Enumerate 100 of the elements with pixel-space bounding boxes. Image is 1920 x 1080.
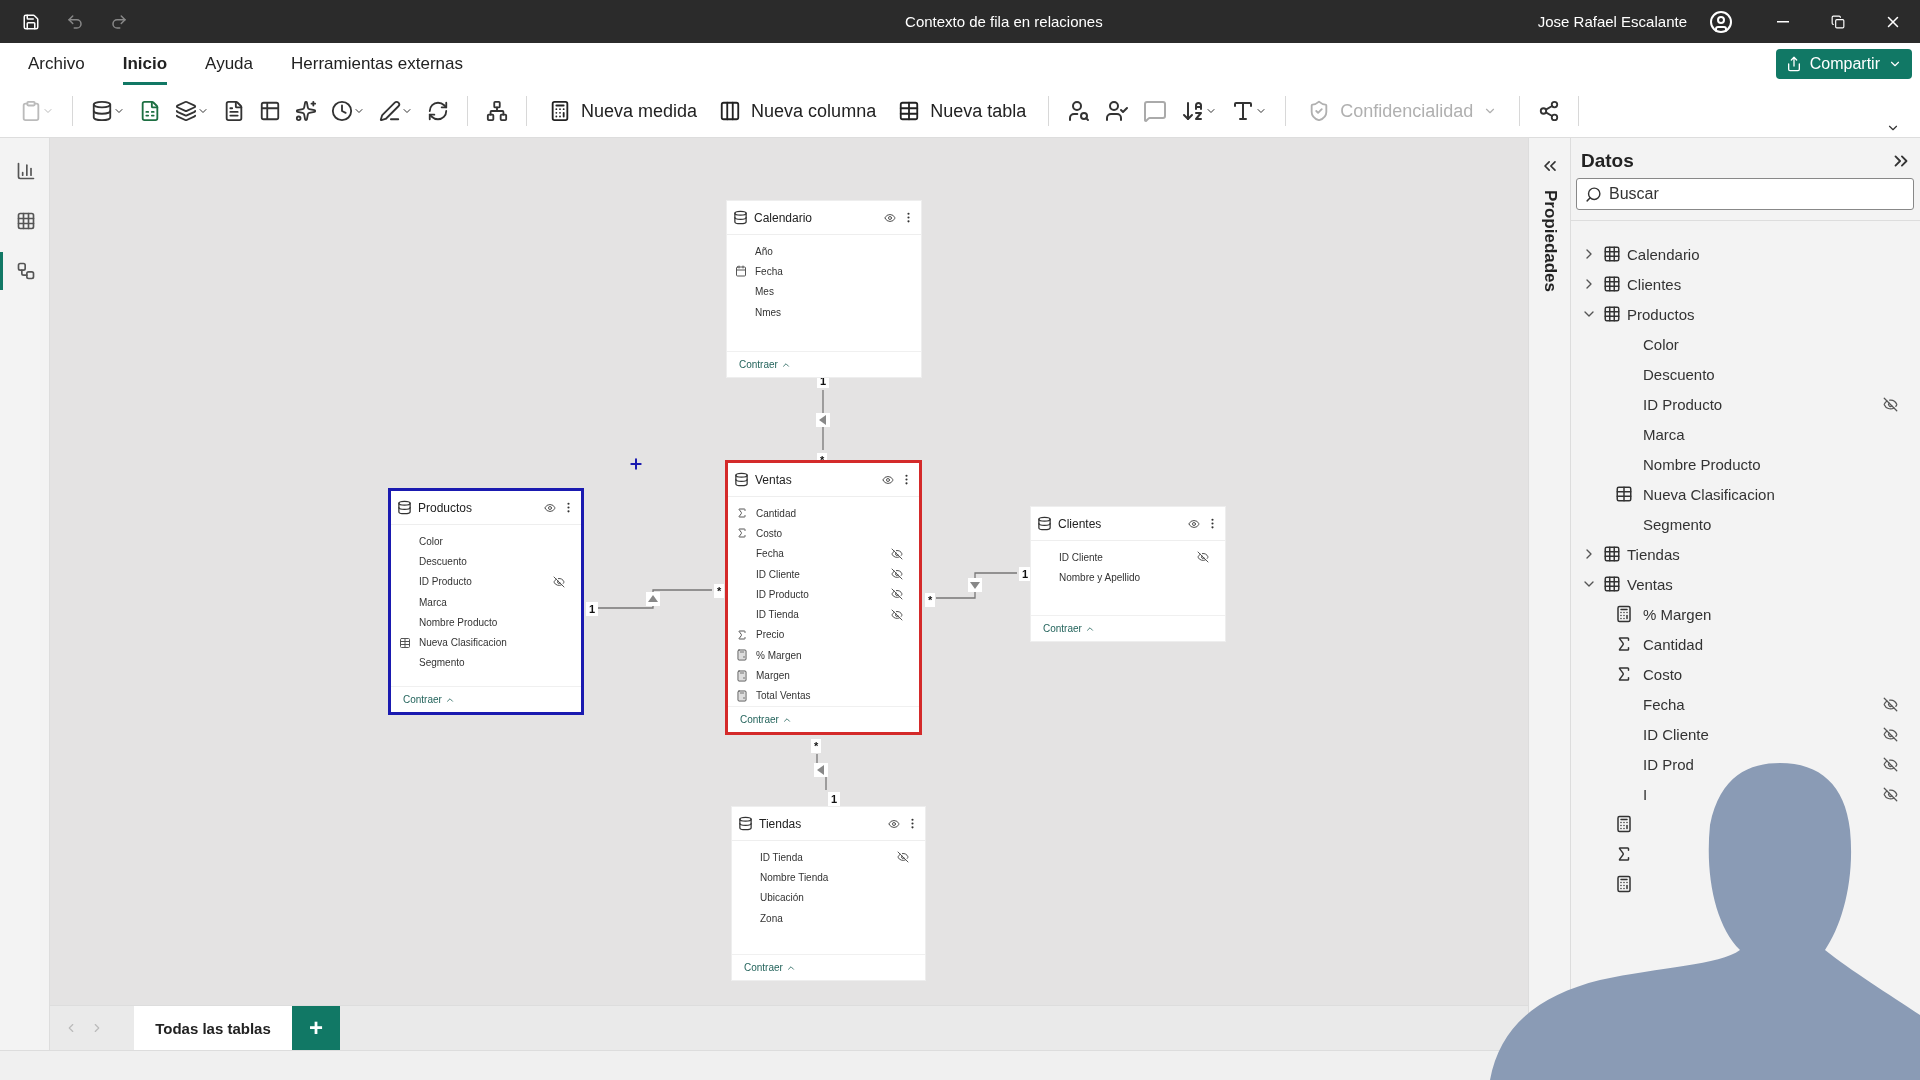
field-name[interactable]: ID Producto	[756, 588, 885, 600]
tree-item[interactable]: Descuento	[1643, 365, 1898, 383]
tree-item[interactable]: ID Prod	[1643, 755, 1877, 773]
table-card[interactable]: Ventas Cantidad Costo Fecha ID Cliente ID Producto ID Tienda Precio % Margen Margen Total Ventas Contraer	[725, 460, 922, 735]
share-button[interactable]: Compartir	[1775, 49, 1912, 79]
sparkle-icon	[295, 100, 317, 122]
tree-item[interactable]: Nombre Producto	[1643, 455, 1898, 473]
field-name[interactable]: Color	[419, 535, 565, 547]
table-title: Tiendas	[759, 816, 803, 831]
minimize-icon	[1776, 20, 1789, 23]
field-name[interactable]: Precio	[756, 629, 903, 641]
field-name[interactable]: ID Cliente	[1059, 551, 1191, 563]
calculator-icon	[1615, 875, 1633, 893]
eye-icon[interactable]	[882, 473, 894, 486]
collapse-link[interactable]: Contraer	[744, 962, 796, 973]
field-name[interactable]: Fecha	[755, 265, 905, 277]
tree-item[interactable]: Segmento	[1643, 515, 1898, 533]
collapse-link[interactable]: Contraer	[1043, 623, 1095, 634]
page-tab[interactable]: Todas las tablas	[134, 1006, 292, 1050]
toolbar-button[interactable]: Nueva columna	[713, 96, 883, 126]
report-icon	[16, 161, 36, 181]
tree-item[interactable]: Cantidad	[1643, 635, 1898, 653]
toolbar-button[interactable]: Nueva tabla	[892, 96, 1033, 126]
ribbon-tab[interactable]: Archivo	[28, 54, 85, 85]
field-name[interactable]: Nombre y Apellido	[1059, 571, 1209, 583]
cardinality-label: 1	[586, 602, 599, 616]
field-name[interactable]: ID Tienda	[760, 851, 891, 863]
field-name[interactable]: Segmento	[419, 657, 565, 669]
field-name[interactable]: Margen	[756, 670, 903, 681]
tree-item[interactable]: ID Producto	[1643, 395, 1877, 413]
window-title: Contexto de fila en relaciones	[904, 13, 1104, 30]
avatar-icon[interactable]	[1709, 9, 1733, 34]
field-name[interactable]: Nombre Producto	[419, 616, 565, 628]
field-name[interactable]: Nombre Tienda	[760, 871, 909, 883]
toolbar-button[interactable]: Nueva medida	[543, 96, 704, 126]
tree-item[interactable]: Costo	[1643, 665, 1898, 683]
field-name[interactable]: Año	[755, 245, 905, 257]
tree-item[interactable]: Color	[1643, 335, 1898, 353]
collapse-link[interactable]: Contraer	[403, 694, 455, 705]
clock-icon	[331, 100, 353, 122]
field-name[interactable]: Descuento	[419, 555, 565, 567]
field-name[interactable]: Nueva Clasificacion	[419, 637, 565, 649]
document-icon	[223, 100, 245, 122]
field-name[interactable]: Mes	[755, 286, 905, 298]
table-card[interactable]: Clientes ID Cliente Nombre y Apellido Contraer	[1030, 506, 1226, 642]
tree-item[interactable]: Tiendas	[1627, 545, 1898, 563]
tree-item[interactable]: ID Cliente	[1643, 725, 1877, 743]
pane-title[interactable]: Propiedades	[1539, 190, 1560, 293]
field-name[interactable]: Costo	[756, 527, 903, 539]
model-icon	[16, 261, 36, 281]
tree-item[interactable]: Marca	[1643, 425, 1898, 443]
field-name[interactable]: Marca	[419, 596, 565, 608]
tree-item[interactable]: Fecha	[1643, 695, 1877, 713]
tree-item[interactable]: Nueva Clasificacion	[1643, 485, 1898, 503]
search-icon	[1585, 186, 1602, 203]
field-name[interactable]: Ubicación	[760, 892, 909, 904]
tree-item[interactable]: Productos	[1627, 305, 1898, 323]
field-name[interactable]: Total Ventas	[756, 690, 903, 702]
calculator-icon	[1615, 815, 1633, 833]
network-button[interactable]	[484, 98, 510, 124]
network-icon	[486, 100, 508, 122]
eye-icon[interactable]	[1188, 517, 1200, 530]
paste-icon	[20, 100, 42, 122]
column-icon	[719, 100, 742, 122]
relationship-line[interactable]	[597, 589, 713, 609]
tree-item[interactable]: % Margen	[1643, 605, 1898, 623]
eye-icon[interactable]	[888, 817, 900, 830]
field-name[interactable]: ID Tienda	[756, 609, 885, 621]
person-check-icon	[1105, 99, 1130, 123]
field-name[interactable]: Zona	[760, 912, 909, 924]
relationship-line[interactable]	[935, 572, 1018, 599]
eye-icon[interactable]	[884, 211, 896, 224]
sigma-icon	[736, 527, 748, 540]
add-page-button[interactable]: +	[292, 1006, 340, 1050]
field-name[interactable]: ID Cliente	[756, 568, 885, 580]
calculator-icon	[736, 649, 748, 662]
field-name[interactable]: Cantidad	[756, 507, 903, 519]
search-field[interactable]: Buscar	[1576, 178, 1914, 210]
sigma-icon	[736, 507, 748, 520]
relationship-line[interactable]	[816, 389, 830, 451]
tree-item[interactable]: Ventas	[1627, 575, 1898, 593]
field-name[interactable]: Nmes	[755, 306, 905, 318]
relationship-line[interactable]	[814, 753, 828, 791]
calculator-icon	[549, 100, 571, 122]
collapse-link[interactable]: Contraer	[739, 359, 791, 370]
tree-item[interactable]: Clientes	[1627, 275, 1898, 293]
table-card[interactable]: Calendario Año Fecha Mes Nmes Contraer	[726, 200, 922, 378]
sparkle-button[interactable]	[293, 98, 319, 124]
crosshair-cursor-icon	[628, 456, 644, 472]
table-card[interactable]: Productos Color Descuento ID Producto Marca Nombre Producto Nueva Clasificacion Segmento Contraer	[388, 488, 584, 715]
table-card[interactable]: Tiendas ID Tienda Nombre Tienda Ubicación Zona Contraer	[731, 806, 926, 981]
field-name[interactable]: ID Producto	[419, 576, 547, 588]
field-name[interactable]: % Margen	[756, 649, 903, 661]
ribbon-tab[interactable]: Ayuda	[205, 54, 253, 85]
collapse-link[interactable]: Contraer	[740, 714, 792, 725]
eye-icon[interactable]	[544, 501, 556, 514]
ribbon-tab[interactable]: Herramientas externas	[291, 54, 463, 85]
field-name[interactable]: Fecha	[756, 548, 885, 560]
tree-item[interactable]: Calendario	[1627, 245, 1898, 263]
calculated-column-icon	[1615, 485, 1633, 503]
